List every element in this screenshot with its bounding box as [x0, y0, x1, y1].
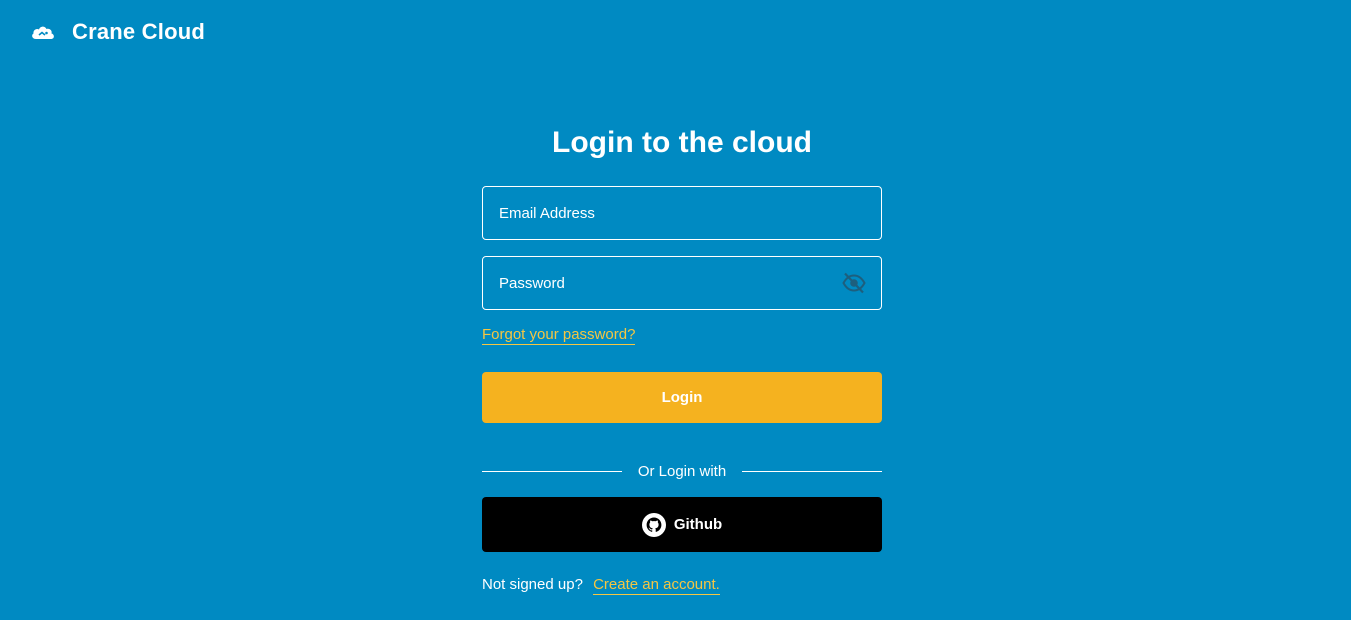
cloud-logo-icon — [30, 22, 56, 42]
divider-text: Or Login with — [637, 462, 727, 480]
signup-prompt: Not signed up? — [482, 576, 583, 593]
login-form: Login to the cloud Forgot your password?… — [482, 118, 882, 598]
email-field[interactable] — [483, 187, 881, 239]
header: Crane Cloud — [30, 16, 205, 48]
forgot-password-link[interactable]: Forgot your password? — [482, 326, 636, 345]
eye-off-icon[interactable] — [841, 270, 867, 296]
password-field[interactable] — [483, 257, 881, 309]
login-button[interactable]: Login — [482, 372, 882, 423]
divider: Or Login with — [482, 461, 882, 481]
divider-line-left — [482, 470, 622, 472]
github-icon — [641, 512, 666, 537]
github-login-button[interactable]: Github — [482, 497, 882, 552]
password-field-wrapper — [482, 256, 882, 310]
brand-name[interactable]: Crane Cloud — [72, 19, 205, 45]
signup-row: Not signed up? Create an account. — [482, 576, 882, 598]
divider-line-right — [742, 470, 882, 472]
page-title: Login to the cloud — [552, 126, 812, 159]
github-button-label: Github — [673, 516, 723, 533]
email-field-wrapper — [482, 186, 882, 240]
forgot-password-row: Forgot your password? — [482, 326, 882, 350]
create-account-link[interactable]: Create an account. — [593, 576, 720, 595]
